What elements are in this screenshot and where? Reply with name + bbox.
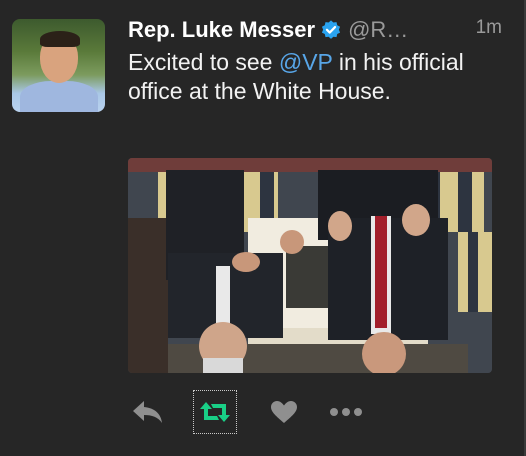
avatar-hair [40, 31, 80, 47]
author-name[interactable]: Rep. Luke Messer [128, 17, 315, 43]
more-button[interactable] [326, 390, 366, 434]
more-icon [330, 408, 362, 416]
like-button[interactable] [266, 390, 302, 434]
tweet-text-part: Excited to see [128, 49, 279, 75]
timestamp[interactable]: 1m [476, 17, 502, 39]
mention-link[interactable]: @VP [279, 49, 333, 75]
heart-icon [271, 401, 297, 423]
avatar-shirt [20, 81, 98, 112]
tweet[interactable]: Rep. Luke Messer @R… 1m Excited to see @… [0, 0, 526, 456]
photo-content [128, 158, 492, 373]
verified-badge-icon [322, 20, 341, 39]
avatar[interactable] [12, 19, 105, 112]
tweet-text: Excited to see @VP in his official offic… [128, 48, 498, 106]
reply-icon [133, 401, 162, 423]
tweet-header: Rep. Luke Messer @R… [128, 14, 408, 46]
reply-button[interactable] [128, 390, 168, 434]
tweet-actions [128, 390, 508, 434]
tweet-photo[interactable] [128, 158, 492, 373]
author-handle[interactable]: @R… [348, 17, 408, 43]
retweet-icon [200, 402, 230, 422]
retweet-button[interactable] [193, 390, 237, 434]
